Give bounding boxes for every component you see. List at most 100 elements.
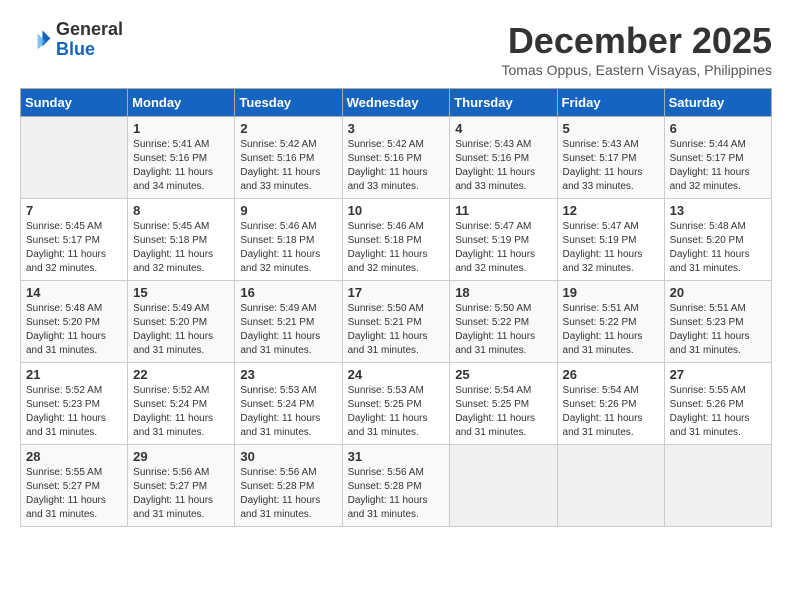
day-detail: Sunrise: 5:51 AMSunset: 5:23 PMDaylight:…	[670, 302, 766, 358]
day-number: 3	[348, 121, 445, 136]
day-number: 17	[348, 285, 445, 300]
day-detail: Sunrise: 5:54 AMSunset: 5:25 PMDaylight:…	[455, 384, 551, 440]
day-detail: Sunrise: 5:44 AMSunset: 5:17 PMDaylight:…	[670, 138, 766, 194]
calendar-cell: 27 Sunrise: 5:55 AMSunset: 5:26 PMDaylig…	[664, 363, 771, 445]
header-day-saturday: Saturday	[664, 89, 771, 117]
day-detail: Sunrise: 5:45 AMSunset: 5:18 PMDaylight:…	[133, 220, 229, 276]
day-number: 27	[670, 367, 766, 382]
day-number: 16	[240, 285, 336, 300]
day-number: 12	[563, 203, 659, 218]
calendar-cell: 24 Sunrise: 5:53 AMSunset: 5:25 PMDaylig…	[342, 363, 450, 445]
calendar-cell: 5 Sunrise: 5:43 AMSunset: 5:17 PMDayligh…	[557, 117, 664, 199]
calendar-cell	[21, 117, 128, 199]
calendar-cell: 19 Sunrise: 5:51 AMSunset: 5:22 PMDaylig…	[557, 281, 664, 363]
calendar-cell: 22 Sunrise: 5:52 AMSunset: 5:24 PMDaylig…	[128, 363, 235, 445]
day-number: 5	[563, 121, 659, 136]
calendar-cell	[664, 445, 771, 527]
day-number: 24	[348, 367, 445, 382]
day-number: 10	[348, 203, 445, 218]
header-day-friday: Friday	[557, 89, 664, 117]
day-number: 11	[455, 203, 551, 218]
day-detail: Sunrise: 5:52 AMSunset: 5:23 PMDaylight:…	[26, 384, 122, 440]
calendar-cell: 9 Sunrise: 5:46 AMSunset: 5:18 PMDayligh…	[235, 199, 342, 281]
calendar-header-row: SundayMondayTuesdayWednesdayThursdayFrid…	[21, 89, 772, 117]
calendar-cell: 12 Sunrise: 5:47 AMSunset: 5:19 PMDaylig…	[557, 199, 664, 281]
day-detail: Sunrise: 5:42 AMSunset: 5:16 PMDaylight:…	[240, 138, 336, 194]
logo-icon	[20, 24, 52, 56]
day-detail: Sunrise: 5:47 AMSunset: 5:19 PMDaylight:…	[563, 220, 659, 276]
day-number: 26	[563, 367, 659, 382]
day-number: 23	[240, 367, 336, 382]
header-day-sunday: Sunday	[21, 89, 128, 117]
calendar-week-row: 1 Sunrise: 5:41 AMSunset: 5:16 PMDayligh…	[21, 117, 772, 199]
calendar-cell: 18 Sunrise: 5:50 AMSunset: 5:22 PMDaylig…	[450, 281, 557, 363]
day-detail: Sunrise: 5:47 AMSunset: 5:19 PMDaylight:…	[455, 220, 551, 276]
calendar-cell: 6 Sunrise: 5:44 AMSunset: 5:17 PMDayligh…	[664, 117, 771, 199]
day-number: 29	[133, 449, 229, 464]
header-day-tuesday: Tuesday	[235, 89, 342, 117]
calendar-cell: 15 Sunrise: 5:49 AMSunset: 5:20 PMDaylig…	[128, 281, 235, 363]
calendar-cell: 26 Sunrise: 5:54 AMSunset: 5:26 PMDaylig…	[557, 363, 664, 445]
day-number: 21	[26, 367, 122, 382]
day-number: 18	[455, 285, 551, 300]
day-number: 7	[26, 203, 122, 218]
calendar-cell: 10 Sunrise: 5:46 AMSunset: 5:18 PMDaylig…	[342, 199, 450, 281]
title-block: December 2025 Tomas Oppus, Eastern Visay…	[501, 20, 772, 78]
day-number: 1	[133, 121, 229, 136]
day-detail: Sunrise: 5:56 AMSunset: 5:27 PMDaylight:…	[133, 466, 229, 522]
calendar-cell: 28 Sunrise: 5:55 AMSunset: 5:27 PMDaylig…	[21, 445, 128, 527]
calendar-cell	[450, 445, 557, 527]
day-number: 25	[455, 367, 551, 382]
calendar-week-row: 28 Sunrise: 5:55 AMSunset: 5:27 PMDaylig…	[21, 445, 772, 527]
day-detail: Sunrise: 5:42 AMSunset: 5:16 PMDaylight:…	[348, 138, 445, 194]
day-detail: Sunrise: 5:53 AMSunset: 5:24 PMDaylight:…	[240, 384, 336, 440]
calendar-week-row: 7 Sunrise: 5:45 AMSunset: 5:17 PMDayligh…	[21, 199, 772, 281]
day-detail: Sunrise: 5:49 AMSunset: 5:21 PMDaylight:…	[240, 302, 336, 358]
calendar-cell: 7 Sunrise: 5:45 AMSunset: 5:17 PMDayligh…	[21, 199, 128, 281]
calendar-cell: 25 Sunrise: 5:54 AMSunset: 5:25 PMDaylig…	[450, 363, 557, 445]
calendar-cell: 23 Sunrise: 5:53 AMSunset: 5:24 PMDaylig…	[235, 363, 342, 445]
day-detail: Sunrise: 5:43 AMSunset: 5:17 PMDaylight:…	[563, 138, 659, 194]
day-number: 13	[670, 203, 766, 218]
day-detail: Sunrise: 5:48 AMSunset: 5:20 PMDaylight:…	[670, 220, 766, 276]
calendar-cell: 21 Sunrise: 5:52 AMSunset: 5:23 PMDaylig…	[21, 363, 128, 445]
calendar-table: SundayMondayTuesdayWednesdayThursdayFrid…	[20, 88, 772, 527]
calendar-week-row: 14 Sunrise: 5:48 AMSunset: 5:20 PMDaylig…	[21, 281, 772, 363]
day-detail: Sunrise: 5:48 AMSunset: 5:20 PMDaylight:…	[26, 302, 122, 358]
day-detail: Sunrise: 5:55 AMSunset: 5:26 PMDaylight:…	[670, 384, 766, 440]
calendar-cell: 2 Sunrise: 5:42 AMSunset: 5:16 PMDayligh…	[235, 117, 342, 199]
calendar-cell: 4 Sunrise: 5:43 AMSunset: 5:16 PMDayligh…	[450, 117, 557, 199]
day-number: 15	[133, 285, 229, 300]
calendar-cell: 8 Sunrise: 5:45 AMSunset: 5:18 PMDayligh…	[128, 199, 235, 281]
calendar-cell: 1 Sunrise: 5:41 AMSunset: 5:16 PMDayligh…	[128, 117, 235, 199]
location-subtitle: Tomas Oppus, Eastern Visayas, Philippine…	[501, 62, 772, 78]
calendar-cell: 29 Sunrise: 5:56 AMSunset: 5:27 PMDaylig…	[128, 445, 235, 527]
day-number: 19	[563, 285, 659, 300]
day-detail: Sunrise: 5:56 AMSunset: 5:28 PMDaylight:…	[240, 466, 336, 522]
day-number: 9	[240, 203, 336, 218]
day-detail: Sunrise: 5:43 AMSunset: 5:16 PMDaylight:…	[455, 138, 551, 194]
calendar-cell: 14 Sunrise: 5:48 AMSunset: 5:20 PMDaylig…	[21, 281, 128, 363]
day-detail: Sunrise: 5:53 AMSunset: 5:25 PMDaylight:…	[348, 384, 445, 440]
day-number: 30	[240, 449, 336, 464]
day-number: 22	[133, 367, 229, 382]
day-number: 8	[133, 203, 229, 218]
calendar-cell: 13 Sunrise: 5:48 AMSunset: 5:20 PMDaylig…	[664, 199, 771, 281]
day-number: 4	[455, 121, 551, 136]
calendar-cell: 3 Sunrise: 5:42 AMSunset: 5:16 PMDayligh…	[342, 117, 450, 199]
calendar-cell: 17 Sunrise: 5:50 AMSunset: 5:21 PMDaylig…	[342, 281, 450, 363]
day-detail: Sunrise: 5:55 AMSunset: 5:27 PMDaylight:…	[26, 466, 122, 522]
calendar-cell: 31 Sunrise: 5:56 AMSunset: 5:28 PMDaylig…	[342, 445, 450, 527]
day-detail: Sunrise: 5:45 AMSunset: 5:17 PMDaylight:…	[26, 220, 122, 276]
day-detail: Sunrise: 5:52 AMSunset: 5:24 PMDaylight:…	[133, 384, 229, 440]
day-number: 31	[348, 449, 445, 464]
calendar-cell: 16 Sunrise: 5:49 AMSunset: 5:21 PMDaylig…	[235, 281, 342, 363]
day-number: 20	[670, 285, 766, 300]
day-detail: Sunrise: 5:41 AMSunset: 5:16 PMDaylight:…	[133, 138, 229, 194]
day-detail: Sunrise: 5:46 AMSunset: 5:18 PMDaylight:…	[240, 220, 336, 276]
day-detail: Sunrise: 5:46 AMSunset: 5:18 PMDaylight:…	[348, 220, 445, 276]
header-day-wednesday: Wednesday	[342, 89, 450, 117]
day-number: 14	[26, 285, 122, 300]
logo-text: General Blue	[56, 20, 123, 60]
day-detail: Sunrise: 5:49 AMSunset: 5:20 PMDaylight:…	[133, 302, 229, 358]
